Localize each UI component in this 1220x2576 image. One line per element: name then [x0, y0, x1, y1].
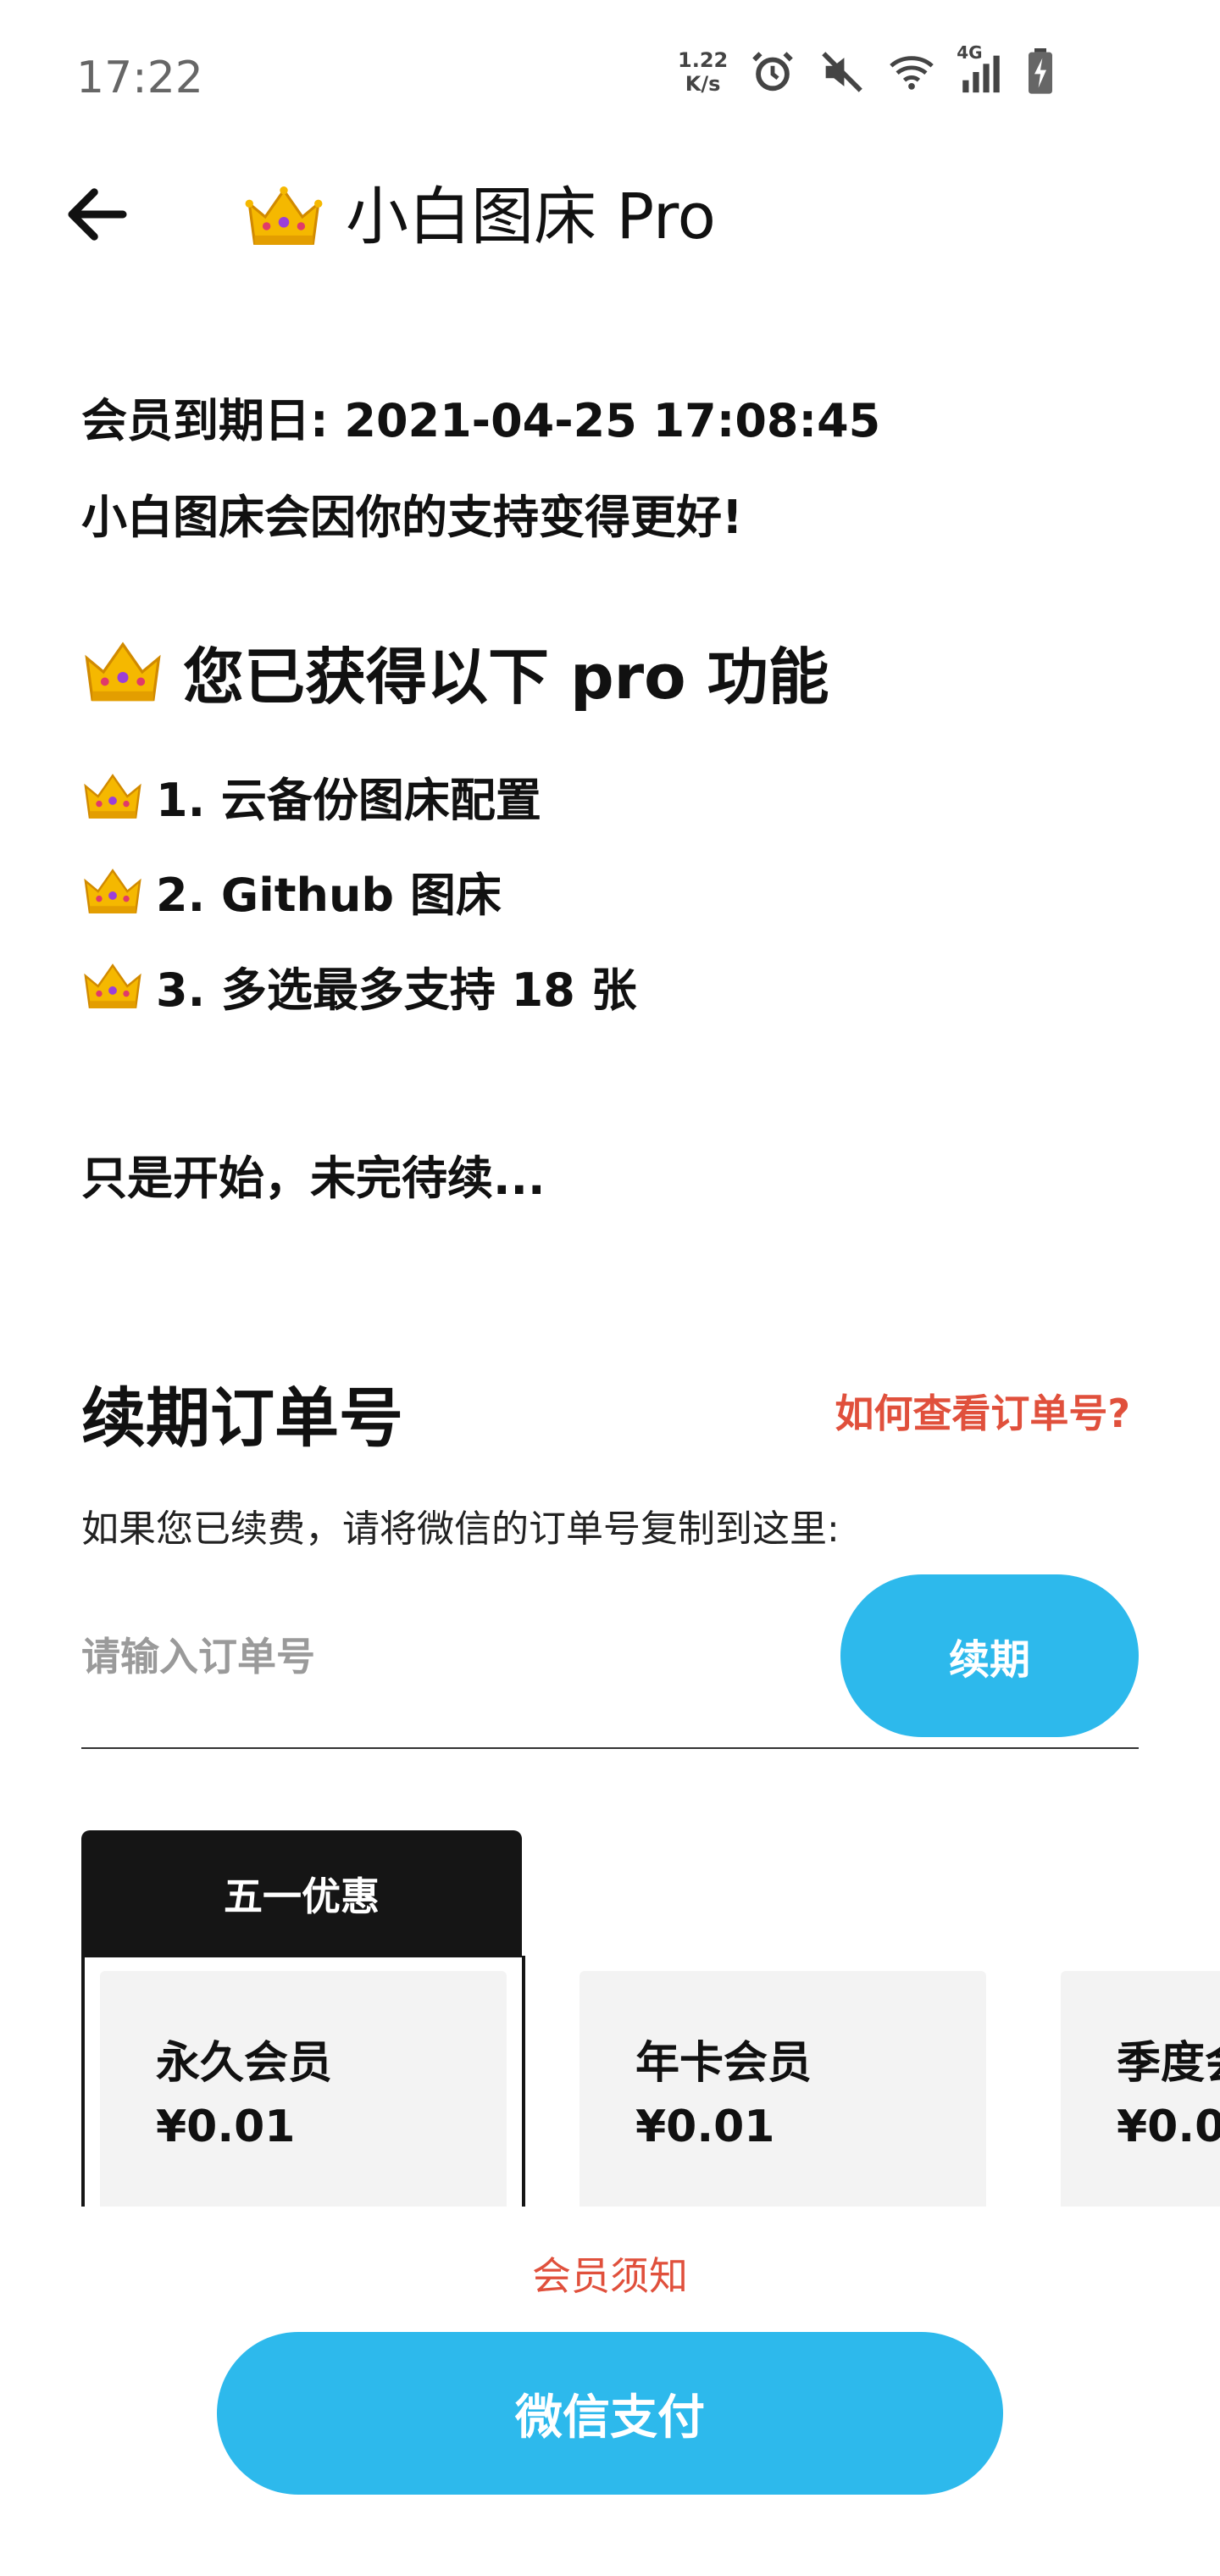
crown-icon — [81, 866, 144, 917]
support-message: 小白图床会因你的支持变得更好! — [81, 491, 743, 544]
crown-icon — [244, 185, 324, 249]
plan-price: ¥0.01 — [156, 2101, 296, 2152]
wifi-icon — [890, 56, 934, 90]
feature-item: 2. Github 图床 — [81, 858, 502, 924]
plan-name: 年卡会员 — [635, 2038, 812, 2089]
feature-item-label: 1. 云备份图床配置 — [156, 774, 541, 827]
wechat-pay-button[interactable]: 微信支付 — [217, 2332, 1003, 2495]
input-underline — [81, 1747, 1139, 1749]
order-number-input[interactable] — [81, 1610, 810, 1703]
membership-notice-link[interactable]: 会员须知 — [0, 2246, 1220, 2301]
feature-item-label: 2. Github 图床 — [156, 869, 502, 922]
battery-charging-icon — [1029, 48, 1053, 94]
network-type: 4G — [957, 42, 983, 63]
status-time: 17:22 — [76, 53, 203, 103]
net-speed-value: 1.22 — [678, 48, 729, 72]
crown-icon — [81, 771, 144, 822]
feature-item: 1. 云备份图床配置 — [81, 763, 541, 830]
renew-section-title: 续期订单号 — [81, 1380, 403, 1456]
alarm-icon — [752, 52, 794, 92]
signal-icon: 4G — [957, 42, 1006, 97]
feature-item: 3. 多选最多支持 18 张 — [81, 952, 637, 1019]
to-be-continued-text: 只是开始，未完待续... — [81, 1152, 546, 1205]
how-to-find-order-link[interactable]: 如何查看订单号? — [835, 1383, 1130, 1439]
feature-item-label: 3. 多选最多支持 18 张 — [156, 963, 637, 1017]
crown-icon — [81, 638, 164, 706]
back-arrow-icon[interactable] — [59, 176, 136, 253]
membership-expire-date: 会员到期日: 2021-04-25 17:08:45 — [81, 394, 881, 447]
mute-icon — [822, 52, 863, 92]
renew-button[interactable]: 续期 — [840, 1574, 1139, 1737]
page-title-text: 小白图床 Pro — [346, 180, 716, 253]
net-speed-unit: K/s — [685, 72, 721, 96]
net-speed: 1.22 K/s — [678, 48, 728, 96]
plan-price: ¥0.01 — [1117, 2101, 1220, 2152]
plan-name: 永久会员 — [156, 2038, 333, 2089]
pro-features-heading-text: 您已获得以下 pro 功能 — [183, 641, 829, 713]
page-title: 小白图床 Pro — [244, 175, 716, 259]
plan-card-quarterly[interactable]: 季度会员 ¥0.01 — [1061, 1971, 1220, 2207]
status-icons: 1.22 K/s 4G — [678, 42, 1055, 97]
renew-hint: 如果您已续费，请将微信的订单号复制到这里: — [81, 1507, 840, 1551]
plan-card-lifetime[interactable]: 永久会员 ¥0.01 — [100, 1971, 507, 2207]
pro-features-heading: 您已获得以下 pro 功能 — [81, 627, 829, 716]
plan-card-annual[interactable]: 年卡会员 ¥0.01 — [580, 1971, 986, 2207]
crown-icon — [81, 961, 144, 1012]
plan-name: 季度会员 — [1117, 2038, 1220, 2089]
promo-badge: 五一优惠 — [81, 1830, 522, 1957]
plan-list[interactable]: 五一优惠 永久会员 ¥0.01 年卡会员 ¥0.01 季度会员 ¥0.01 — [0, 1830, 1220, 2207]
plan-price: ¥0.01 — [635, 2101, 775, 2152]
